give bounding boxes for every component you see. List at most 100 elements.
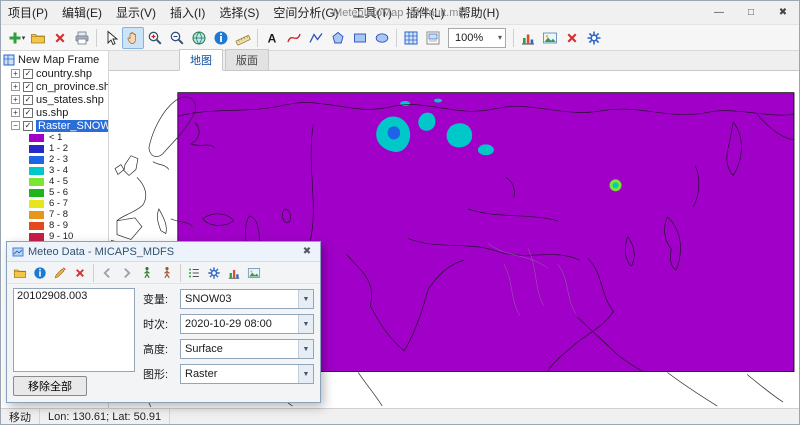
identify-button[interactable]	[210, 27, 232, 49]
tab-map[interactable]: 地图	[179, 49, 223, 71]
field-combobox[interactable]: Raster▼	[180, 364, 314, 384]
field-label: 变量:	[143, 291, 175, 307]
run-animation-button[interactable]	[137, 263, 157, 283]
data-option-row: 高度: Surface▼	[143, 339, 314, 359]
minimize-button[interactable]: —	[703, 1, 735, 25]
menu-item[interactable]: 插入(I)	[163, 1, 212, 25]
ellipse-button[interactable]	[371, 27, 393, 49]
select-button[interactable]	[100, 27, 122, 49]
field-label: 高度:	[143, 341, 175, 357]
data-info-button[interactable]	[30, 263, 50, 283]
close-button[interactable]: ✖	[767, 1, 799, 25]
layer-item[interactable]: +✓us.shp	[3, 106, 108, 119]
zoom-in-button[interactable]	[144, 27, 166, 49]
print-button[interactable]	[71, 27, 93, 49]
data-file-list[interactable]: 20102908.003	[13, 288, 135, 372]
layer-item[interactable]: −✓Raster_SNOW03_Surfa	[3, 119, 108, 132]
pan-button[interactable]	[122, 27, 144, 49]
open-file-button[interactable]	[27, 27, 49, 49]
field-combobox[interactable]: SNOW03▼	[180, 289, 314, 309]
legend-swatch	[29, 167, 44, 175]
legend-item: 3 - 4	[3, 166, 108, 176]
layer-name: Raster_SNOW03_Surfa	[36, 120, 108, 132]
layout-view-button[interactable]	[422, 27, 444, 49]
expand-icon[interactable]: +	[11, 69, 20, 78]
expand-icon[interactable]: +	[11, 95, 20, 104]
layer-item[interactable]: +✓us_states.shp	[3, 93, 108, 106]
layer-name: country.shp	[36, 68, 92, 80]
polygon-button[interactable]	[327, 27, 349, 49]
layer-name: cn_province.shp	[36, 81, 108, 93]
layer-checkbox[interactable]: ✓	[23, 95, 33, 105]
field-combobox[interactable]: 2020-10-29 08:00▼	[180, 314, 314, 334]
map-frame-root[interactable]: New Map Frame	[3, 53, 108, 67]
menu-item[interactable]: 选择(S)	[212, 1, 266, 25]
meteo-data-dialog: Meteo Data - MICAPS_MDFS ✖ 20102908.003 …	[6, 241, 321, 403]
stop-animation-button[interactable]	[157, 263, 177, 283]
legend-swatch	[29, 156, 44, 164]
layer-item[interactable]: +✓country.shp	[3, 67, 108, 80]
tab-layout[interactable]: 版面	[225, 49, 269, 70]
expand-icon[interactable]: +	[11, 108, 20, 117]
menu-item[interactable]: 空间分析(G)	[266, 1, 345, 25]
legend-item: 1 - 2	[3, 144, 108, 154]
open-data-button[interactable]	[10, 263, 30, 283]
maximize-button[interactable]: □	[735, 1, 767, 25]
layer-checkbox[interactable]: ✓	[23, 108, 33, 118]
chart-data-button[interactable]	[224, 263, 244, 283]
menubar: 项目(P)编辑(E)显示(V)插入(I)选择(S)空间分析(G)工具(T)插件(…	[1, 1, 506, 25]
chevron-down-icon: ▼	[298, 290, 313, 308]
data-settings-button[interactable]	[204, 263, 224, 283]
remove-layer-button[interactable]	[49, 27, 71, 49]
map-view-button[interactable]	[400, 27, 422, 49]
menu-item[interactable]: 插件(L)	[399, 1, 452, 25]
menu-item[interactable]: 工具(T)	[346, 1, 399, 25]
field-value: Raster	[185, 368, 217, 380]
settings-button[interactable]	[583, 27, 605, 49]
text-button[interactable]: A	[261, 27, 283, 49]
layer-checkbox[interactable]: ✓	[23, 82, 33, 92]
field-label: 图形:	[143, 366, 175, 382]
menu-item[interactable]: 编辑(E)	[55, 1, 109, 25]
layer-checkbox[interactable]: ✓	[23, 69, 33, 79]
add-layer-button[interactable]: ▾	[5, 27, 27, 49]
window-controls: — □ ✖	[703, 1, 799, 25]
previous-step-button[interactable]	[97, 263, 117, 283]
data-list-button[interactable]	[184, 263, 204, 283]
menu-item[interactable]: 帮助(H)	[452, 1, 507, 25]
dialog-titlebar[interactable]: Meteo Data - MICAPS_MDFS ✖	[7, 242, 320, 262]
layer-checkbox[interactable]: ✓	[23, 121, 33, 131]
data-file-item[interactable]: 20102908.003	[14, 289, 134, 303]
zoom-out-button[interactable]	[166, 27, 188, 49]
image-data-button[interactable]	[244, 263, 264, 283]
polyline-button[interactable]	[305, 27, 327, 49]
dialog-icon	[12, 246, 24, 258]
full-extent-button[interactable]	[188, 27, 210, 49]
zoom-combobox[interactable]: 100% ▾	[448, 28, 506, 48]
legend-swatch	[29, 211, 44, 219]
menu-item[interactable]: 显示(V)	[109, 1, 163, 25]
draw-data-button[interactable]	[50, 263, 70, 283]
menu-item[interactable]: 项目(P)	[1, 1, 55, 25]
app-window: 项目(P)编辑(E)显示(V)插入(I)选择(S)空间分析(G)工具(T)插件(…	[0, 0, 800, 425]
chart-button[interactable]	[517, 27, 539, 49]
remove-data-button[interactable]	[70, 263, 90, 283]
clear-graphics-button[interactable]	[561, 27, 583, 49]
expand-icon[interactable]: +	[11, 82, 20, 91]
curve-button[interactable]	[283, 27, 305, 49]
remove-all-button[interactable]: 移除全部	[13, 376, 87, 396]
collapse-icon[interactable]: −	[11, 121, 20, 130]
dialog-toolbar	[7, 262, 320, 284]
image-button[interactable]	[539, 27, 561, 49]
legend-label: < 1	[49, 133, 62, 143]
next-step-button[interactable]	[117, 263, 137, 283]
measure-button[interactable]	[232, 27, 254, 49]
field-value: Surface	[185, 343, 223, 355]
field-combobox[interactable]: Surface▼	[180, 339, 314, 359]
dialog-close-button[interactable]: ✖	[299, 246, 315, 257]
data-option-row: 图形: Raster▼	[143, 364, 314, 384]
layer-item[interactable]: +✓cn_province.shp	[3, 80, 108, 93]
data-option-row: 时次:2020-10-29 08:00▼	[143, 314, 314, 334]
rectangle-button[interactable]	[349, 27, 371, 49]
legend-item: < 1	[3, 133, 108, 143]
